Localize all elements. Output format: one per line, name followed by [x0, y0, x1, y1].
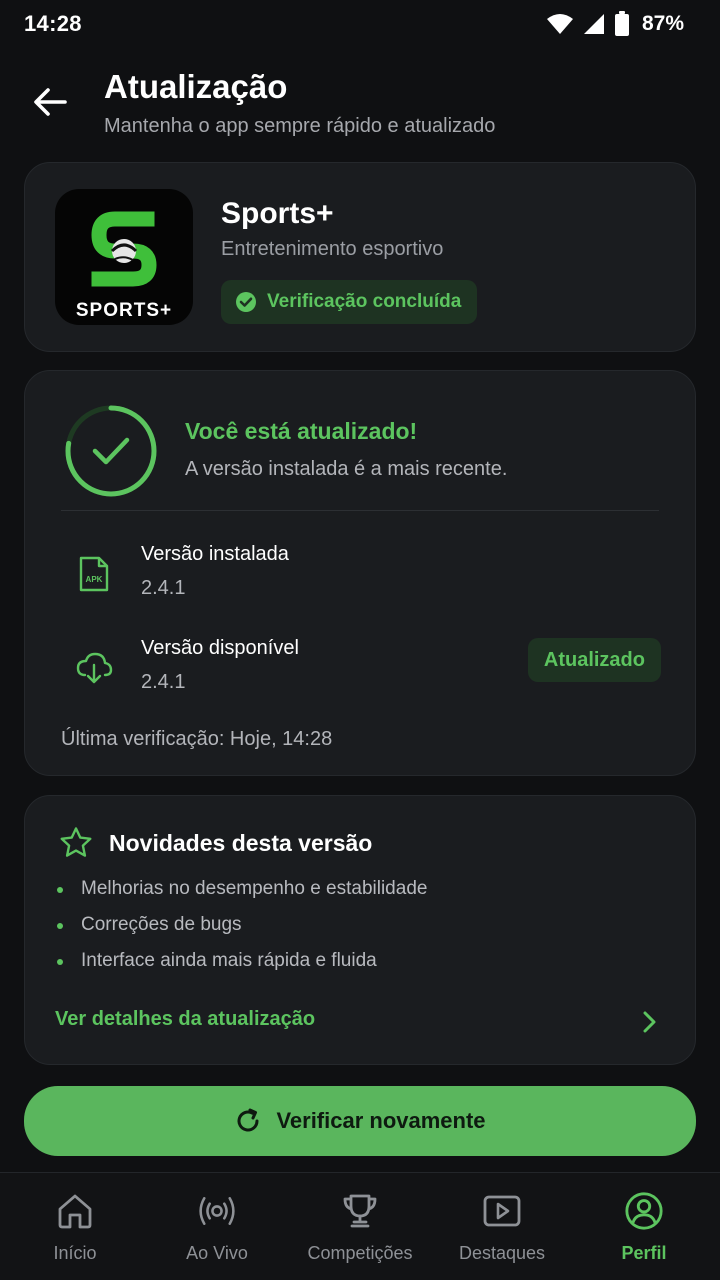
check-progress-ring-icon — [65, 405, 157, 497]
nav-label-live: Ao Vivo — [186, 1243, 248, 1263]
available-version-value: 2.4.1 — [141, 671, 186, 693]
live-broadcast-icon — [197, 1191, 237, 1231]
release-note-item: Interface ainda mais rápida e fluida — [55, 948, 427, 984]
apk-file-icon: APK — [73, 553, 115, 595]
verification-label: Verificação concluída — [267, 291, 462, 312]
cloud-download-icon — [73, 647, 115, 689]
status-icons: 87% — [546, 10, 684, 38]
nav-item-highlights[interactable]: Destaques — [430, 1173, 574, 1280]
up-to-date-title: Você está atualizado! — [185, 418, 418, 444]
star-icon — [60, 827, 92, 857]
refresh-icon — [237, 1108, 259, 1132]
trophy-icon — [340, 1191, 380, 1231]
available-version-label: Versão disponível — [141, 637, 299, 659]
last-check-timestamp: Última verificação: Hoje, 14:28 — [61, 728, 333, 750]
nav-label-competitions: Competições — [307, 1243, 413, 1263]
check-again-label: Verificar novamente — [276, 1108, 486, 1133]
page-subtitle: Mantenha o app sempre rápido e atualizad… — [104, 115, 496, 137]
check-again-button[interactable]: Verificar novamente — [24, 1086, 696, 1156]
release-notes-card: Novidades desta versão Melhorias no dese… — [24, 795, 696, 1065]
home-icon — [55, 1191, 95, 1231]
back-button[interactable] — [28, 80, 72, 124]
wifi-icon — [546, 14, 573, 34]
app-name: Sports+ — [221, 197, 334, 230]
battery-percentage: 87% — [641, 12, 684, 35]
available-version-row: Versão disponível 2.4.1 Atualizado — [25, 633, 697, 703]
app-logo: SPORTS+ — [55, 189, 193, 325]
play-video-icon — [482, 1191, 522, 1231]
app-category: Entretenimento esportivo — [221, 238, 444, 260]
app-logo-text: SPORTS+ — [76, 300, 172, 321]
status-bar: 14:28 87% — [0, 0, 720, 48]
nav-label-profile: Perfil — [621, 1243, 667, 1263]
bottom-navigation: Início Ao Vivo Competições Destaques Per… — [0, 1172, 720, 1280]
profile-icon — [624, 1191, 664, 1231]
nav-item-competitions[interactable]: Competições — [288, 1173, 432, 1280]
chevron-right-icon[interactable] — [637, 1008, 661, 1036]
up-to-date-description: A versão instalada é a mais recente. — [185, 458, 508, 480]
installed-version-value: 2.4.1 — [141, 577, 186, 599]
installed-version-label: Versão instalada — [141, 543, 289, 565]
update-screen: 14:28 87% Atualização Mantenha o app sem… — [0, 0, 720, 1280]
updated-status-badge: Atualizado — [527, 638, 661, 682]
page-title: Atualização — [104, 68, 288, 105]
cellular-signal-icon — [583, 14, 604, 34]
nav-item-live[interactable]: Ao Vivo — [145, 1173, 289, 1280]
check-circle-icon — [236, 292, 256, 312]
view-update-details-link[interactable]: Ver detalhes da atualização — [55, 1008, 315, 1031]
nav-item-profile[interactable]: Perfil — [572, 1173, 716, 1280]
nav-item-home[interactable]: Início — [3, 1173, 147, 1280]
nav-label-home: Início — [53, 1243, 97, 1263]
release-note-item: Correções de bugs — [55, 912, 427, 948]
installed-version-row: APK Versão instalada 2.4.1 — [25, 539, 697, 609]
status-time: 14:28 — [24, 11, 82, 36]
battery-icon — [614, 11, 629, 36]
update-status-card: Você está atualizado! A versão instalada… — [24, 370, 696, 776]
verification-badge: Verificação concluída — [221, 280, 478, 324]
release-notes-title: Novidades desta versão — [109, 830, 373, 856]
release-note-item: Melhorias no desempenho e estabilidade — [55, 876, 427, 912]
nav-label-highlights: Destaques — [458, 1243, 546, 1263]
release-notes-list: Melhorias no desempenho e estabilidade C… — [55, 876, 427, 984]
app-info-card: SPORTS+ Sports+ Entretenimento esportivo… — [24, 162, 696, 352]
arrow-left-icon — [34, 88, 67, 116]
divider — [61, 510, 659, 511]
apk-icon-text: APK — [86, 575, 103, 584]
